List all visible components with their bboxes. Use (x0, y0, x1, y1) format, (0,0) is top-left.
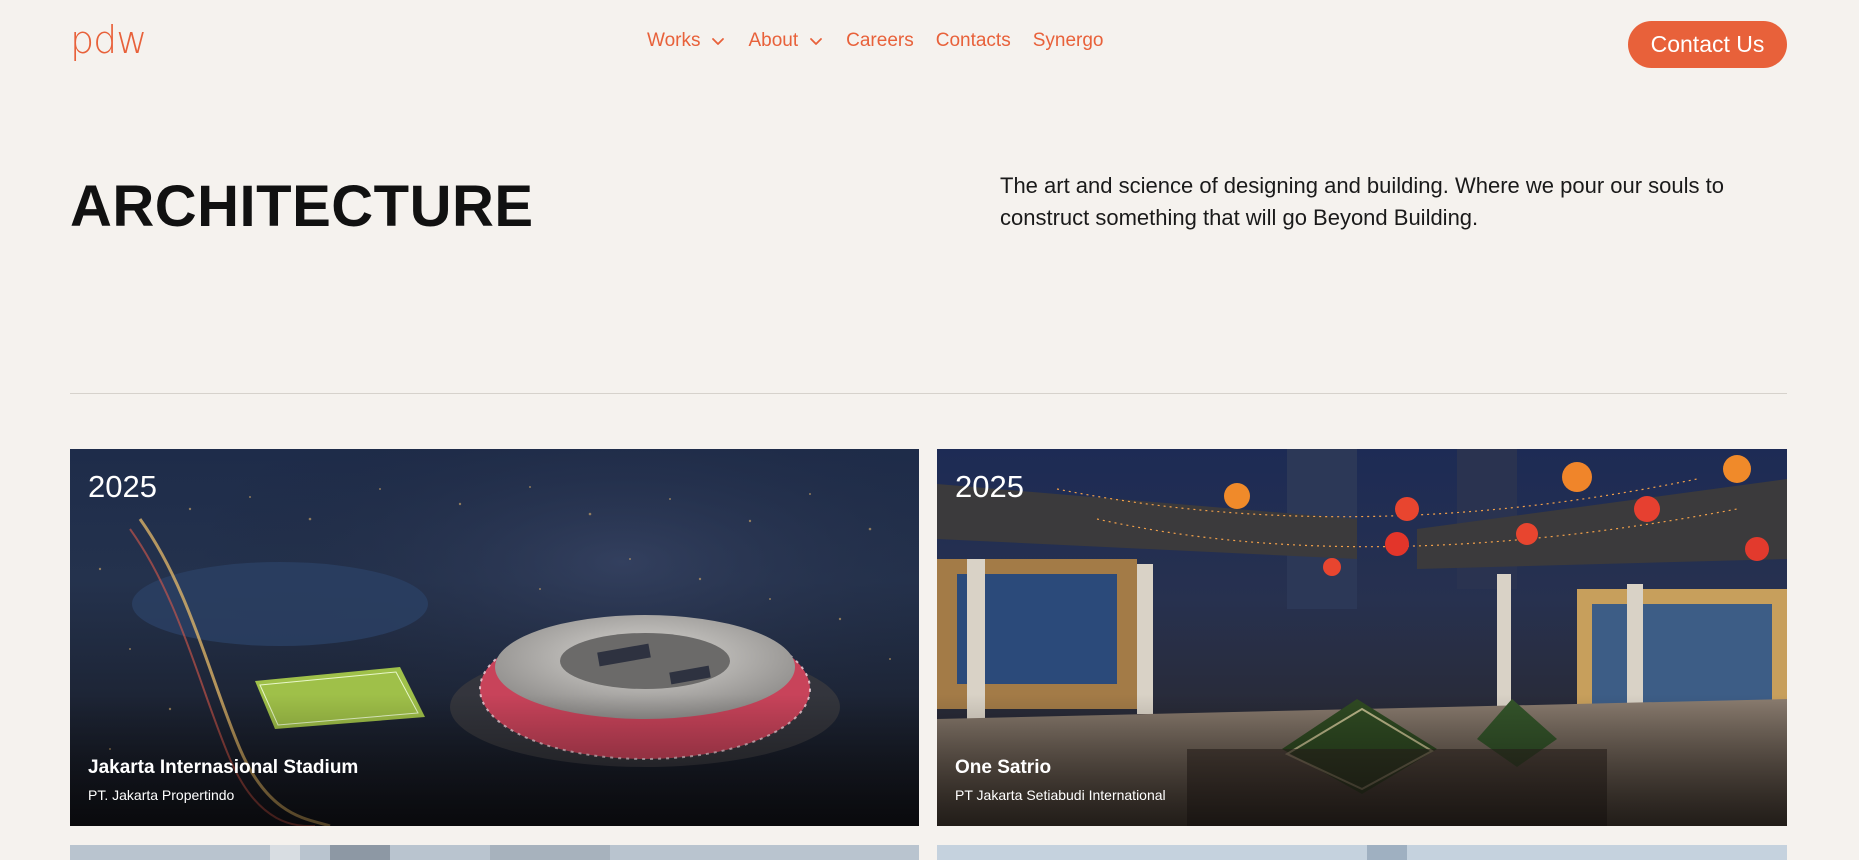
project-card-partial[interactable] (937, 845, 1787, 860)
project-image-partial (937, 845, 1787, 860)
nav-item-synergo[interactable]: Synergo (1033, 30, 1104, 52)
project-card-partial[interactable] (70, 845, 919, 860)
page-title: ARCHITECTURE (70, 174, 534, 239)
nav-item-careers[interactable]: Careers (846, 30, 914, 52)
nav-item-label: Contacts (935, 30, 1011, 51)
project-card-stadium[interactable]: 2025 Jakarta Internasional Stadium PT. J… (70, 449, 919, 826)
project-client: PT Jakarta Setiabudi International (955, 787, 1166, 803)
nav-item-works[interactable]: Works (647, 30, 726, 52)
main-nav: Works About Careers Contacts Synergo (647, 28, 1125, 54)
chevron-down-icon (710, 33, 726, 49)
pdw-logo[interactable]: pdw (70, 18, 147, 62)
project-name: Jakarta Internasional Stadium (88, 757, 359, 778)
project-card-one-satrio[interactable]: 2025 One Satrio PT Jakarta Setiabudi Int… (937, 449, 1787, 826)
project-image-one-satrio (937, 449, 1787, 826)
chevron-down-icon (808, 33, 824, 49)
project-client: PT. Jakarta Propertindo (88, 787, 235, 803)
nav-item-contacts[interactable]: Contacts (936, 30, 1011, 52)
section-divider (70, 393, 1787, 394)
nav-item-label: Careers (846, 30, 914, 51)
page-description: The art and science of designing and bui… (1000, 173, 1724, 230)
project-name: One Satrio (955, 757, 1052, 778)
project-image-partial (70, 845, 919, 860)
contact-us-button[interactable]: Contact Us (1628, 21, 1787, 68)
nav-item-about[interactable]: About (748, 30, 824, 52)
site-header: pdw Works About Careers Contacts Synergo… (0, 0, 1859, 88)
nav-item-label: Works (647, 30, 701, 51)
project-year: 2025 (88, 469, 157, 504)
project-year: 2025 (955, 469, 1024, 504)
nav-item-label: About (748, 30, 799, 51)
nav-item-label: Synergo (1032, 30, 1104, 51)
